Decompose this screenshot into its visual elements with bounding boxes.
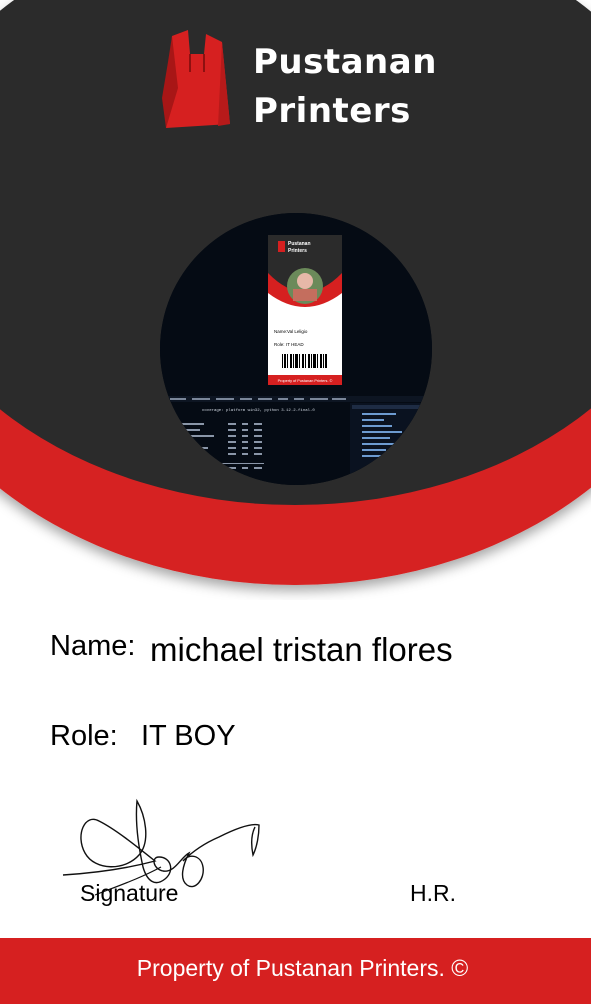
id-card: Pustanan Printers Pustanan Printers Name…	[0, 0, 591, 1004]
mini-role-label: Role:	[274, 342, 285, 347]
footer-bar: Property of Pustanan Printers. ©	[0, 938, 591, 1004]
mini-brand-1: Pustanan	[288, 241, 311, 247]
shopping-bag-icon	[160, 28, 240, 130]
screenshot-photo: Pustanan Printers Name: Val Leligio Role…	[160, 213, 432, 485]
signature-label: Signature	[80, 880, 179, 906]
mini-name-label: Name:	[274, 329, 287, 334]
mini-name-value: Val Leligio	[287, 329, 308, 334]
role-label: Role:	[50, 720, 118, 752]
hr-label: H.R.	[410, 880, 456, 906]
terminal-line: coverage: platform win32, python 3.12.2-…	[202, 408, 315, 413]
mini-brand-2: Printers	[288, 248, 307, 254]
brand-name: Pustanan Printers	[253, 38, 437, 136]
role-value: IT BOY	[141, 720, 236, 752]
name-value: michael tristan flores	[150, 631, 453, 668]
name-label: Name:	[50, 630, 136, 662]
footer-text: Property of Pustanan Printers. ©	[136, 955, 469, 981]
mini-role-value: IT HEAD	[286, 342, 304, 347]
mini-footer: Property of Pustanan Printers. ©	[278, 379, 333, 383]
brand-line-2: Printers	[253, 91, 411, 131]
brand-line-1: Pustanan	[253, 42, 437, 82]
